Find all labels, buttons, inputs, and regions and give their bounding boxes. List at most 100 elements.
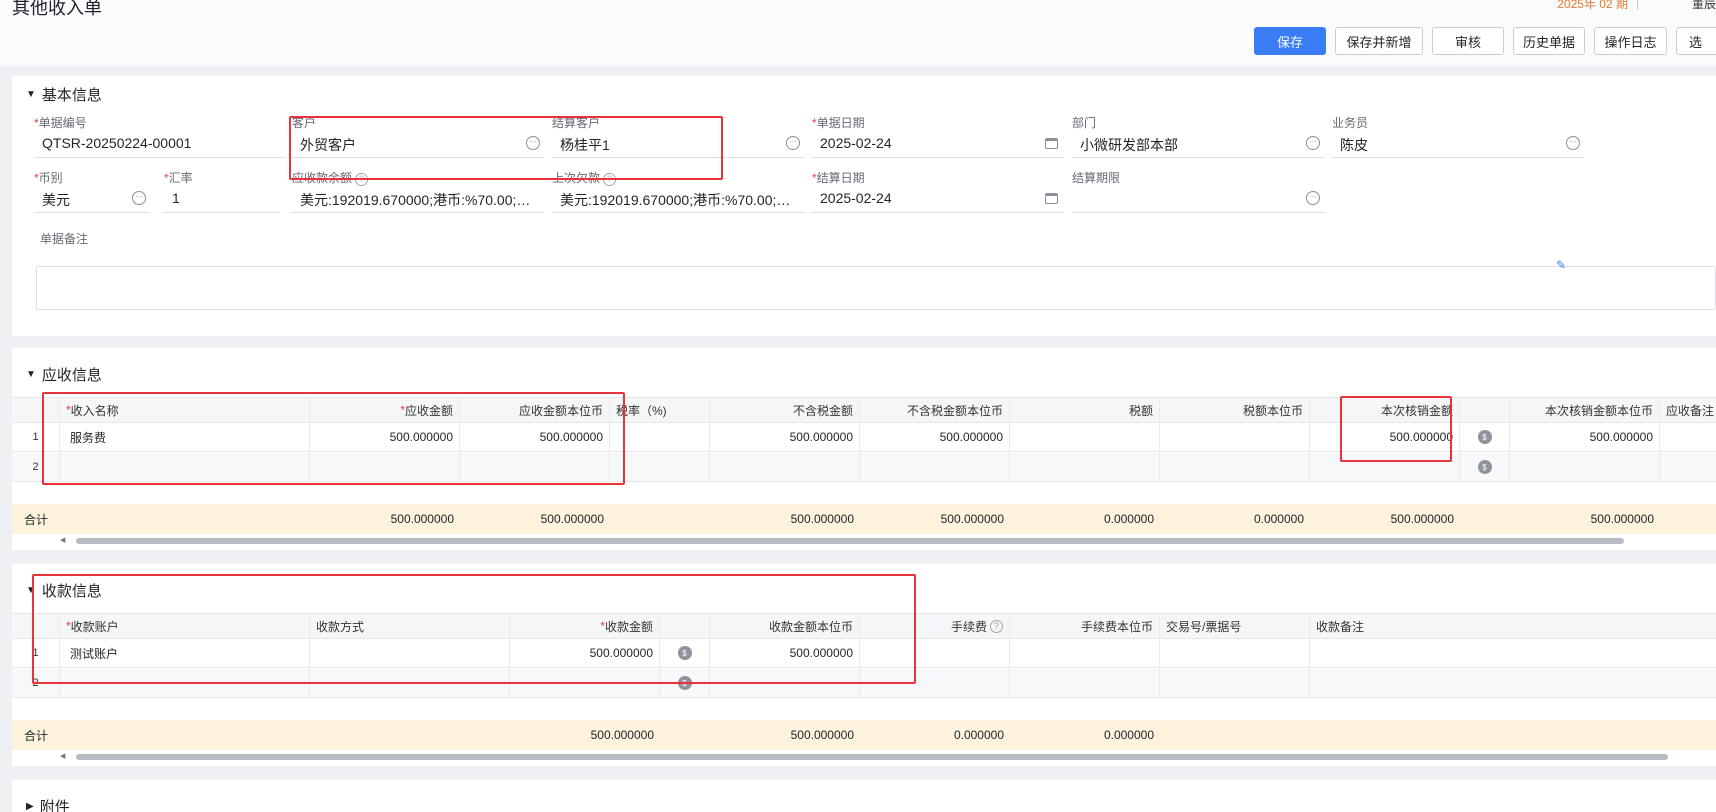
settle-date-field[interactable]: *结算日期 2025-02-24 bbox=[812, 169, 1064, 215]
calendar-icon[interactable] bbox=[1045, 193, 1058, 204]
more-dots-icon[interactable]: ··· bbox=[786, 136, 800, 150]
doc-no-input[interactable]: QTSR-20250224-00001 bbox=[34, 132, 286, 158]
edit-icon[interactable]: ✎ bbox=[1556, 258, 1566, 272]
amount-cell[interactable]: 500.000000 bbox=[310, 423, 460, 451]
table-row[interactable]: 1 服务费 500.000000 500.000000 500.000000 5… bbox=[12, 423, 1716, 452]
more-dots-icon[interactable]: ··· bbox=[526, 136, 540, 150]
save-and-new-button[interactable]: 保存并新增 bbox=[1335, 27, 1423, 55]
customer-input[interactable]: 外贸客户 bbox=[292, 132, 544, 158]
basic-info-header[interactable]: ▼ 基本信息 bbox=[26, 84, 102, 105]
col-method: 收款方式 bbox=[310, 614, 510, 638]
table-row[interactable]: 2 $ bbox=[12, 453, 1716, 482]
collect-remark-cell[interactable] bbox=[1310, 669, 1716, 697]
doc-no-field[interactable]: *单据编号 QTSR-20250224-00001 bbox=[34, 114, 286, 160]
operation-log-button[interactable]: 操作日志 bbox=[1594, 27, 1667, 55]
settle-period-field[interactable]: 结算期限 ··· bbox=[1072, 169, 1324, 215]
amount-base-cell[interactable] bbox=[460, 453, 610, 481]
receivable-balance-value: 美元:192019.670000;港币:%70.00;英... bbox=[292, 187, 544, 213]
fee-base-cell[interactable] bbox=[1010, 639, 1160, 667]
settle-customer-field[interactable]: 结算客户 杨桂平1 ··· bbox=[552, 114, 804, 160]
tax-base-cell[interactable] bbox=[1160, 423, 1310, 451]
fee-cell[interactable] bbox=[860, 639, 1010, 667]
audit-button[interactable]: 审核 bbox=[1432, 27, 1504, 55]
doc-date-field[interactable]: *单据日期 2025-02-24 bbox=[812, 114, 1064, 160]
method-cell[interactable] bbox=[310, 639, 510, 667]
department-field[interactable]: 部门 小微研发部本部 ··· bbox=[1072, 114, 1324, 160]
remark-cell[interactable] bbox=[1660, 453, 1716, 481]
collect-amount-base-cell[interactable] bbox=[710, 669, 860, 697]
more-dots-icon[interactable]: ··· bbox=[1566, 136, 1580, 150]
question-icon[interactable]: ? bbox=[990, 619, 1003, 633]
trade-no-cell[interactable] bbox=[1160, 669, 1310, 697]
settle-period-input[interactable] bbox=[1072, 187, 1324, 213]
horizontal-scrollbar[interactable]: ◀ bbox=[12, 536, 1716, 546]
more-dots-icon[interactable]: ··· bbox=[1306, 136, 1320, 150]
doc-date-input[interactable]: 2025-02-24 bbox=[812, 132, 1064, 158]
writeoff-cell[interactable] bbox=[1310, 453, 1460, 481]
scroll-left-icon[interactable]: ◀ bbox=[60, 752, 65, 760]
question-icon[interactable]: ? bbox=[355, 173, 369, 186]
more-button[interactable]: 选 bbox=[1676, 27, 1716, 55]
more-dots-icon[interactable]: ··· bbox=[132, 191, 146, 205]
table-row[interactable]: 2 $ bbox=[12, 669, 1716, 698]
account-cell[interactable] bbox=[60, 669, 310, 697]
tax-base-cell[interactable] bbox=[1160, 453, 1310, 481]
scroll-left-icon[interactable]: ◀ bbox=[60, 536, 65, 544]
horizontal-scrollbar[interactable]: ◀ bbox=[12, 752, 1716, 762]
settle-date-input[interactable]: 2025-02-24 bbox=[812, 187, 1064, 213]
customer-field[interactable]: 客户 外贸客户 ··· bbox=[292, 114, 544, 160]
more-dots-icon[interactable]: ··· bbox=[1306, 191, 1320, 205]
collection-header[interactable]: ▼ 收款信息 bbox=[26, 580, 102, 601]
money-bag-icon[interactable]: $ bbox=[677, 676, 692, 690]
salesman-input[interactable]: 陈皮 bbox=[1332, 132, 1584, 158]
money-bag-icon[interactable]: $ bbox=[1477, 460, 1492, 474]
scrollbar-thumb[interactable] bbox=[76, 754, 1668, 760]
tax-cell[interactable] bbox=[1010, 423, 1160, 451]
fee-base-cell[interactable] bbox=[1010, 669, 1160, 697]
tax-cell[interactable] bbox=[1010, 453, 1160, 481]
receivable-header[interactable]: ▼ 应收信息 bbox=[26, 364, 102, 385]
question-icon[interactable]: ? bbox=[603, 173, 617, 186]
collect-amount-base-cell[interactable]: 500.000000 bbox=[710, 639, 860, 667]
untaxed-base-cell[interactable] bbox=[860, 453, 1010, 481]
col-tax: 税额 bbox=[1010, 398, 1160, 422]
collect-remark-cell[interactable] bbox=[1310, 639, 1716, 667]
user-name[interactable]: 董辰 bbox=[1692, 0, 1716, 12]
untaxed-base-cell[interactable]: 500.000000 bbox=[860, 423, 1010, 451]
calendar-icon[interactable] bbox=[1045, 138, 1058, 149]
untaxed-cell[interactable] bbox=[710, 453, 860, 481]
scrollbar-thumb[interactable] bbox=[76, 538, 1624, 544]
currency-field[interactable]: *币别 美元 ··· bbox=[34, 169, 150, 215]
untaxed-cell[interactable]: 500.000000 bbox=[710, 423, 860, 451]
method-cell[interactable] bbox=[310, 669, 510, 697]
amount-cell[interactable] bbox=[310, 453, 460, 481]
department-input[interactable]: 小微研发部本部 bbox=[1072, 132, 1324, 158]
amount-base-cell[interactable]: 500.000000 bbox=[460, 423, 610, 451]
tax-rate-cell[interactable] bbox=[610, 423, 710, 451]
writeoff-base-cell[interactable]: 500.000000 bbox=[1510, 423, 1660, 451]
money-bag-icon[interactable]: $ bbox=[677, 646, 692, 660]
income-name-cell[interactable] bbox=[60, 453, 310, 481]
writeoff-cell[interactable]: 500.000000 bbox=[1310, 423, 1460, 451]
collect-amount-cell[interactable] bbox=[510, 669, 660, 697]
settle-customer-input[interactable]: 杨桂平1 bbox=[552, 132, 804, 158]
rate-input[interactable]: 1 bbox=[164, 187, 280, 213]
tax-rate-cell[interactable] bbox=[610, 453, 710, 481]
total-label: 合计 bbox=[24, 728, 49, 743]
trade-no-cell[interactable] bbox=[1160, 639, 1310, 667]
income-name-cell[interactable]: 服务费 bbox=[60, 423, 310, 451]
save-button[interactable]: 保存 bbox=[1254, 27, 1326, 55]
rate-field[interactable]: *汇率 1 bbox=[164, 169, 280, 215]
account-cell[interactable]: 测试账户 bbox=[60, 639, 310, 667]
remark-textarea[interactable] bbox=[36, 266, 1716, 310]
total-untaxed: 500.000000 bbox=[790, 512, 854, 526]
history-button[interactable]: 历史单据 bbox=[1513, 27, 1585, 55]
table-row[interactable]: 1 测试账户 500.000000 $ 500.000000 bbox=[12, 639, 1716, 668]
attachment-header[interactable]: ▶ 附件 bbox=[26, 796, 70, 812]
writeoff-base-cell[interactable] bbox=[1510, 453, 1660, 481]
collect-amount-cell[interactable]: 500.000000 bbox=[510, 639, 660, 667]
remark-cell[interactable] bbox=[1660, 423, 1716, 451]
fee-cell[interactable] bbox=[860, 669, 1010, 697]
money-bag-icon[interactable]: $ bbox=[1477, 430, 1492, 444]
salesman-field[interactable]: 业务员 陈皮 ··· bbox=[1332, 114, 1584, 160]
